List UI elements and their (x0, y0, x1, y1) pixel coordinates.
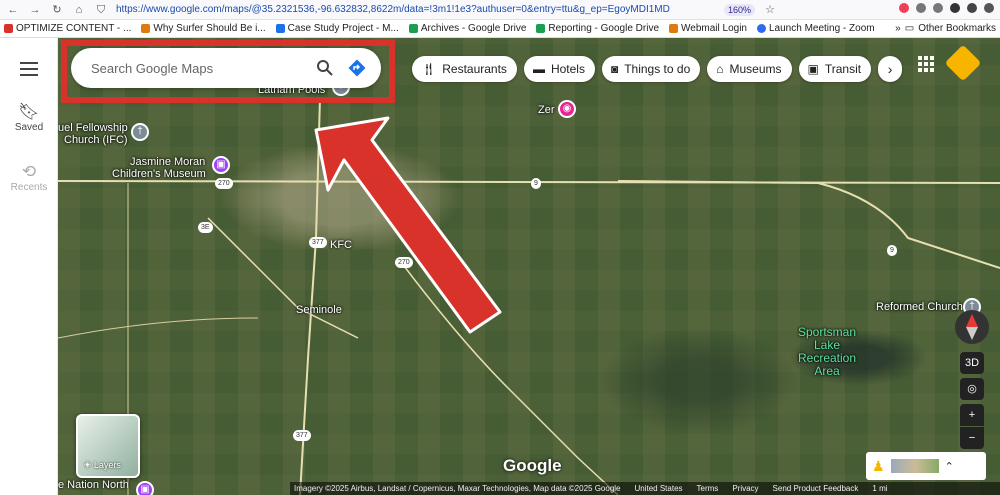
bed-icon: ▬ (532, 62, 545, 76)
category-chips: 🍴︎ Restaurants ▬ Hotels ◙ Things to do ⌂ Mus… (412, 56, 903, 82)
search-box (71, 48, 381, 88)
compass-icon[interactable] (955, 310, 989, 344)
layers-button[interactable]: ◈ Layers (76, 414, 140, 478)
street-view-panel[interactable]: ♟ ⌃ (866, 452, 986, 480)
chip-transit[interactable]: ▣ Transit (798, 56, 872, 82)
feedback-link[interactable]: Send Product Feedback (773, 484, 859, 493)
scale-bar[interactable]: 1 mi (872, 484, 887, 493)
google-logo: Google (503, 456, 562, 475)
tilt-3d-button[interactable]: 3D (960, 352, 984, 374)
pegman-icon[interactable]: ♟ (872, 458, 885, 475)
zoom-out-button[interactable]: − (960, 427, 984, 449)
train-icon: ▣ (807, 62, 819, 76)
search-icon[interactable] (313, 56, 337, 80)
chip-things-to-do[interactable]: ◙ Things to do (601, 56, 701, 82)
terms-link[interactable]: Terms (697, 484, 719, 493)
chip-restaurants[interactable]: 🍴︎ Restaurants (412, 56, 517, 82)
chip-hotels[interactable]: ▬ Hotels (523, 56, 595, 82)
expand-icon[interactable]: ⌃ (945, 460, 954, 473)
zoom-in-button[interactable]: + (960, 404, 984, 426)
chevron-right-icon: › (887, 61, 893, 77)
directions-icon[interactable] (345, 56, 369, 80)
privacy-link[interactable]: Privacy (732, 484, 758, 493)
attribution-bar: Imagery ©2025 Airbus, Landsat / Copernic… (290, 482, 1000, 495)
search-input[interactable] (91, 60, 305, 76)
fork-knife-icon: 🍴︎ (421, 62, 437, 76)
camera-icon: ◙ (610, 62, 619, 76)
my-location-icon[interactable]: ◎ (960, 378, 984, 400)
layers-icon: ◈ (84, 459, 91, 469)
google-apps-icon[interactable] (918, 56, 934, 72)
chips-next-button[interactable]: › (878, 56, 903, 82)
country-link[interactable]: United States (635, 484, 683, 493)
chip-museums[interactable]: ⌂ Museums (707, 56, 792, 82)
museum-icon: ⌂ (716, 62, 724, 76)
imagery-thumbnail-icon[interactable] (890, 459, 939, 473)
